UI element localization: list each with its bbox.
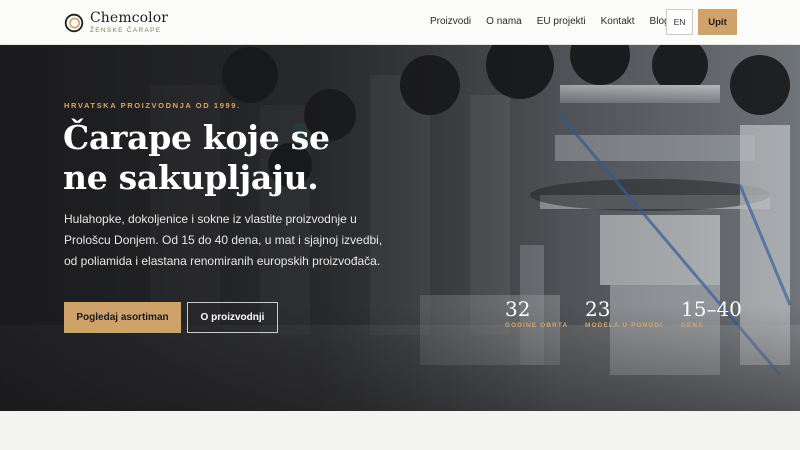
about-production-button[interactable]: O proizvodnji xyxy=(187,302,278,333)
main-nav: Proizvodi O nama EU projekti Kontakt Blo… xyxy=(430,16,670,28)
hero-eyebrow: HRVATSKA PROIZVODNJA OD 1999. xyxy=(64,101,241,110)
next-section-band xyxy=(0,411,800,450)
brand-name: Chemcolor xyxy=(90,10,169,26)
brand-tagline: ŽENSKE ČARAPE xyxy=(90,27,162,34)
inquiry-button[interactable]: Upit xyxy=(698,9,737,35)
hero-headline-line-2: ne sakupljaju. xyxy=(63,158,319,197)
site-header: Chemcolor ŽENSKE ČARAPE Proizvodi O nama… xyxy=(0,0,800,45)
view-assortment-button[interactable]: Pogledaj asortiman xyxy=(64,302,181,333)
hero-headline: Čarape koje se ne sakupljaju. xyxy=(63,118,483,198)
stat-years-value: 32 xyxy=(505,297,531,321)
stat-denier-value: 15–40 xyxy=(681,297,742,321)
stat-denier: 15–40 DENA xyxy=(681,298,742,329)
stat-models: 23 MODELA U PONUDI xyxy=(585,298,663,329)
nav-link-kontakt[interactable]: Kontakt xyxy=(601,16,635,28)
stat-models-value: 23 xyxy=(585,297,611,321)
nav-link-proizvodi[interactable]: Proizvodi xyxy=(430,16,471,28)
brand-ring-icon xyxy=(64,13,84,32)
stat-years: 32 GODINE OBRTA xyxy=(505,298,568,329)
brand-logo[interactable]: Chemcolor ŽENSKE ČARAPE xyxy=(64,11,168,34)
stat-years-label: GODINE OBRTA xyxy=(505,322,569,329)
nav-link-eu-projekti[interactable]: EU projekti xyxy=(537,16,586,28)
nav-link-o-nama[interactable]: O nama xyxy=(486,16,522,28)
stat-models-label: MODELA U PONUDI xyxy=(585,322,664,329)
language-switch-button[interactable]: EN xyxy=(666,9,693,35)
stat-denier-label: DENA xyxy=(681,322,704,329)
hero-description: Hulahopke, dokoljenice i sokne iz vlasti… xyxy=(64,212,383,268)
hero-headline-line-1: Čarape koje se xyxy=(63,118,330,157)
